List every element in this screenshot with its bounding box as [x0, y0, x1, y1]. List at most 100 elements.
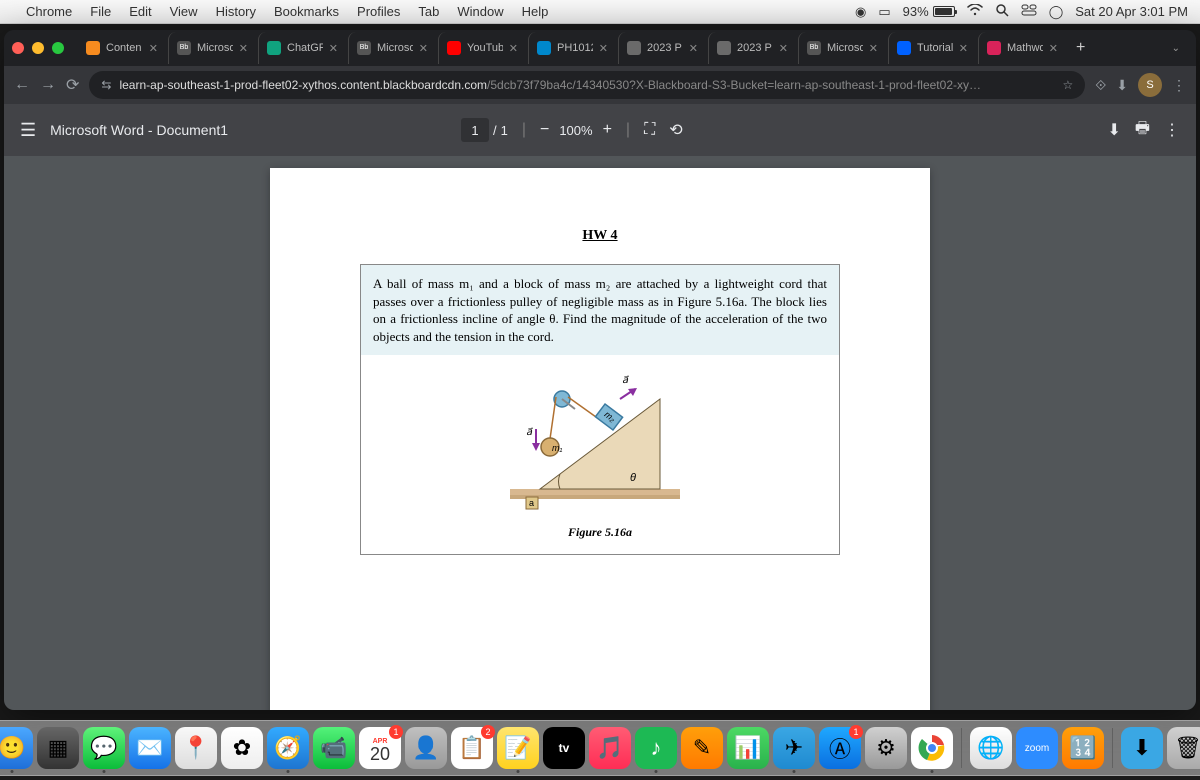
window-close-button[interactable]	[12, 42, 24, 54]
tab-close-icon[interactable]: ✕	[869, 42, 878, 55]
tab-5[interactable]: PH1012✕	[528, 32, 616, 64]
downloads-icon[interactable]: ⬇	[1116, 77, 1128, 94]
dock-mail[interactable]: ✉️	[129, 727, 171, 769]
profile-avatar[interactable]: S	[1138, 73, 1162, 97]
tab-2[interactable]: ChatGP✕	[258, 32, 346, 64]
tab-7[interactable]: 2023 P✕	[708, 32, 796, 64]
download-icon[interactable]: ⬇	[1107, 120, 1120, 140]
battery-status[interactable]: 93%	[903, 4, 955, 19]
menu-file[interactable]: File	[90, 4, 111, 19]
dock-telegram[interactable]: ✈	[773, 727, 815, 769]
menu-chrome[interactable]: Chrome	[26, 4, 72, 19]
favicon	[627, 41, 641, 55]
page-sep: /	[493, 123, 497, 138]
siri-icon[interactable]: ◯	[1049, 4, 1064, 20]
tab-0[interactable]: Conten✕	[78, 32, 166, 64]
zoom-out-button[interactable]: −	[540, 121, 549, 139]
tab-title: Mathwo	[1007, 42, 1043, 54]
svg-text:a⃗: a⃗	[526, 427, 533, 438]
menu-window[interactable]: Window	[457, 4, 503, 19]
dock-settings[interactable]: ⚙	[865, 727, 907, 769]
problem-text: A ball of mass m₁ and a block of mass m₂…	[361, 265, 839, 355]
tab-4[interactable]: YouTube✕	[438, 32, 526, 64]
site-info-icon[interactable]: ⇆	[101, 78, 111, 92]
menu-view[interactable]: View	[170, 4, 198, 19]
dock-downloads[interactable]: ⬇	[1121, 727, 1163, 769]
menu-edit[interactable]: Edit	[129, 4, 151, 19]
tab-8[interactable]: BbMicroso✕	[798, 32, 886, 64]
window-minimize-button[interactable]	[32, 42, 44, 54]
menu-history[interactable]: History	[216, 4, 256, 19]
tab-close-icon[interactable]: ✕	[509, 42, 518, 55]
tab-close-icon[interactable]: ✕	[1049, 42, 1058, 55]
favicon	[987, 41, 1001, 55]
dock-finder[interactable]: 🙂	[0, 727, 33, 769]
tab-3[interactable]: BbMicroso✕	[348, 32, 436, 64]
page-current-input[interactable]	[461, 118, 489, 142]
dock-music[interactable]: 🎵	[589, 727, 631, 769]
dock-pages[interactable]: ✎	[681, 727, 723, 769]
forward-button[interactable]: →	[40, 76, 56, 94]
tab-close-icon[interactable]: ✕	[239, 42, 248, 55]
screen-mirror-icon[interactable]: ◉	[855, 4, 866, 20]
tab-close-icon[interactable]: ✕	[419, 42, 428, 55]
fit-page-icon[interactable]: ⛶	[644, 121, 655, 139]
tab-9[interactable]: Tutorial ✕	[888, 32, 976, 64]
dock-launchpad[interactable]: ▦	[37, 727, 79, 769]
address-bar[interactable]: ⇆ learn-ap-southeast-1-prod-fleet02-xyth…	[89, 71, 1085, 99]
zoom-in-button[interactable]: +	[603, 121, 612, 139]
display-icon[interactable]: ▭	[878, 4, 890, 20]
bookmark-star-icon[interactable]: ☆	[1062, 78, 1073, 92]
pdf-menu-icon[interactable]: ☰	[20, 120, 36, 141]
tab-close-icon[interactable]: ✕	[959, 42, 968, 55]
print-icon[interactable]: 🖶	[1135, 117, 1150, 144]
tab-10[interactable]: Mathwo ✕	[978, 32, 1066, 64]
menu-profiles[interactable]: Profiles	[357, 4, 400, 19]
wifi-icon[interactable]	[967, 4, 983, 19]
chrome-menu-icon[interactable]: ⋮	[1172, 77, 1186, 94]
pdf-more-icon[interactable]: ⋮	[1164, 120, 1180, 140]
dock-facetime[interactable]: 📹	[313, 727, 355, 769]
back-button[interactable]: ←	[14, 76, 30, 94]
tab-1[interactable]: BbMicroso✕	[168, 32, 256, 64]
control-center-icon[interactable]	[1021, 4, 1037, 19]
dock-appstore[interactable]: Ⓐ1	[819, 727, 861, 769]
tab-close-icon[interactable]: ✕	[149, 42, 158, 55]
dock-contacts[interactable]: 👤	[405, 727, 447, 769]
dock-recent-1[interactable]: 🌐	[970, 727, 1012, 769]
window-zoom-button[interactable]	[52, 42, 64, 54]
pdf-viewport[interactable]: HW 4 A ball of mass m₁ and a block of ma…	[4, 156, 1196, 710]
dock-safari[interactable]: 🧭	[267, 727, 309, 769]
dock-photos[interactable]: ✿	[221, 727, 263, 769]
dock-numbers[interactable]: 📊	[727, 727, 769, 769]
menu-help[interactable]: Help	[522, 4, 549, 19]
tab-close-icon[interactable]: ✕	[599, 42, 608, 55]
clock[interactable]: Sat 20 Apr 3:01 PM	[1075, 4, 1188, 19]
svg-text:θ: θ	[630, 472, 636, 484]
dock-chrome[interactable]	[911, 727, 953, 769]
dock-calendar[interactable]: APR 20 1	[359, 727, 401, 769]
extensions-icon[interactable]: ⟐	[1095, 77, 1106, 94]
dock-notes[interactable]: 📝	[497, 727, 539, 769]
rotate-icon[interactable]: ⟲	[669, 120, 682, 140]
dock-zoom[interactable]: zoom	[1016, 727, 1058, 769]
menu-tab[interactable]: Tab	[418, 4, 439, 19]
dock-messages[interactable]: 💬	[83, 727, 125, 769]
tab-close-icon[interactable]: ✕	[779, 42, 788, 55]
tab-close-icon[interactable]: ✕	[689, 42, 698, 55]
tab-list-button[interactable]: ⌄	[1164, 43, 1188, 54]
reload-button[interactable]: ⟳	[66, 75, 79, 95]
dock: 🙂 ▦ 💬 ✉️ 📍 ✿ 🧭 📹 APR 20 1 👤 📋2 📝 tv 🎵 ♪ …	[0, 720, 1200, 776]
dock-reminders[interactable]: 📋2	[451, 727, 493, 769]
menu-bookmarks[interactable]: Bookmarks	[274, 4, 339, 19]
dock-maps[interactable]: 📍	[175, 727, 217, 769]
dock-tv[interactable]: tv	[543, 727, 585, 769]
dock-calculator[interactable]: 🔢	[1062, 727, 1104, 769]
tab-6[interactable]: 2023 P✕	[618, 32, 706, 64]
dock-trash[interactable]: 🗑	[1167, 727, 1200, 769]
tab-title: Tutorial	[917, 42, 953, 54]
spotlight-icon[interactable]	[995, 3, 1009, 20]
tab-close-icon[interactable]: ✕	[329, 42, 338, 55]
new-tab-button[interactable]: +	[1068, 39, 1093, 57]
dock-spotify[interactable]: ♪	[635, 727, 677, 769]
